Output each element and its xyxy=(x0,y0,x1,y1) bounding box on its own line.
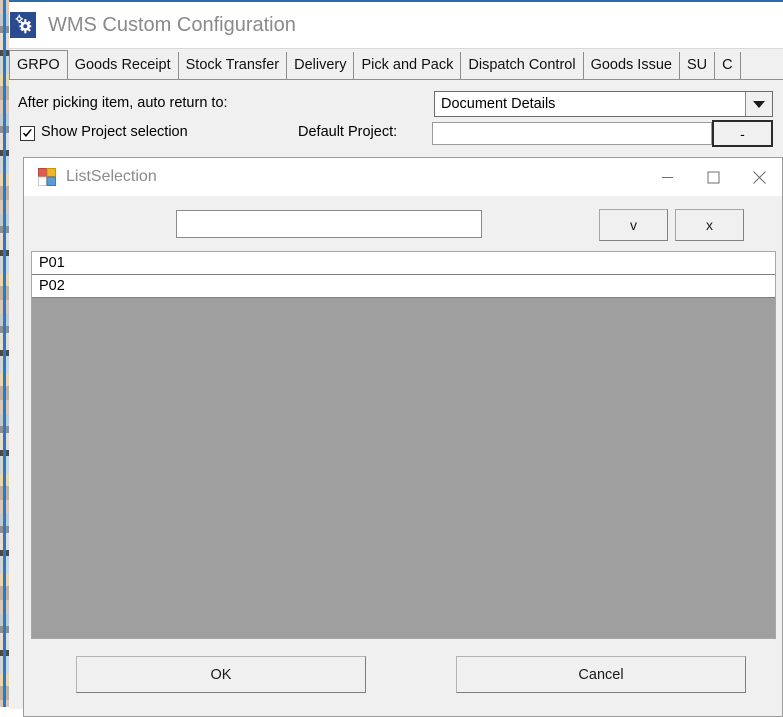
color-grid-icon xyxy=(38,168,56,186)
auto-return-combobox[interactable]: Document Details xyxy=(434,91,773,117)
tab-stock-transfer[interactable]: Stock Transfer xyxy=(178,52,288,79)
auto-return-selected-value: Document Details xyxy=(441,96,556,112)
list-item[interactable]: P01 xyxy=(32,252,775,275)
cancel-button[interactable]: Cancel xyxy=(456,656,746,693)
close-icon[interactable] xyxy=(736,158,782,196)
tab-goods-receipt[interactable]: Goods Receipt xyxy=(67,52,179,79)
tab-goods-issue[interactable]: Goods Issue xyxy=(583,52,680,79)
show-project-label: Show Project selection xyxy=(41,124,188,140)
dialog-title: ListSelection xyxy=(66,168,157,185)
search-clear-button[interactable]: x xyxy=(675,209,744,241)
list-selection-dialog: ListSelection v x P01 P02 OK Cancel xyxy=(23,157,783,717)
search-accept-button[interactable]: v xyxy=(599,209,668,241)
tab-delivery[interactable]: Delivery xyxy=(287,52,355,79)
minimize-icon[interactable] xyxy=(644,158,690,196)
dialog-window-controls xyxy=(644,158,782,196)
show-project-checkbox[interactable] xyxy=(20,126,35,141)
dialog-title-bar[interactable]: ListSelection xyxy=(24,158,782,196)
background-window-accent-stripe xyxy=(3,0,6,707)
page-title: WMS Custom Configuration xyxy=(48,13,296,36)
maximize-icon[interactable] xyxy=(690,158,736,196)
auto-return-label: After picking item, auto return to: xyxy=(18,95,228,111)
ok-button[interactable]: OK xyxy=(76,656,366,693)
tab-su[interactable]: SU xyxy=(679,52,716,79)
tab-overflow[interactable]: C xyxy=(715,52,741,79)
default-project-input[interactable] xyxy=(432,122,712,145)
background-window-sliver xyxy=(0,0,9,707)
tab-pick-and-pack[interactable]: Pick and Pack xyxy=(354,52,462,79)
search-input[interactable] xyxy=(176,210,482,238)
wms-custom-configuration-window: WMS Custom Configuration GRPO Goods Rece… xyxy=(9,0,783,717)
list-item[interactable]: P02 xyxy=(32,275,775,298)
app-title-bar: WMS Custom Configuration xyxy=(9,2,783,48)
selection-listbox[interactable]: P01 P02 xyxy=(31,251,776,639)
default-project-picker-button[interactable]: - xyxy=(712,120,773,147)
default-project-label: Default Project: xyxy=(298,124,398,140)
chevron-down-icon[interactable] xyxy=(745,92,772,116)
tab-strip: GRPO Goods Receipt Stock Transfer Delive… xyxy=(9,48,783,79)
tab-dispatch-control[interactable]: Dispatch Control xyxy=(461,52,584,79)
tab-grpo[interactable]: GRPO xyxy=(9,50,68,79)
gears-icon xyxy=(10,12,36,38)
